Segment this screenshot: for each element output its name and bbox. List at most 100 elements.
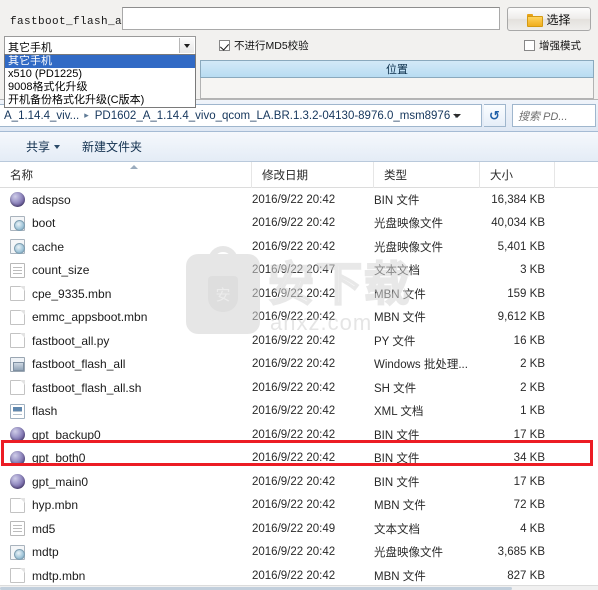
file-size-cell: 3,685 KB — [497, 546, 545, 559]
file-date-cell: 2016/9/22 20:42 — [252, 569, 336, 582]
table-row[interactable]: mdtp.mbn 2016/9/22 20:42 MBN 文件 827 KB — [0, 564, 598, 588]
file-date-cell: 2016/9/22 20:42 — [252, 428, 336, 441]
search-input[interactable]: 搜索 PD... — [512, 104, 596, 127]
table-row[interactable]: gpt_main0 2016/9/22 20:42 BIN 文件 17 KB — [0, 470, 598, 494]
dropdown-option-0[interactable]: 其它手机 — [5, 55, 195, 68]
xml-document-icon — [10, 403, 25, 419]
file-name-label: mdtp — [32, 545, 59, 560]
file-name-label: hyp.mbn — [32, 498, 79, 513]
new-folder-button[interactable]: 新建文件夹 — [74, 136, 150, 158]
column-header-size[interactable]: 大小 — [480, 162, 555, 188]
file-name-cell: fastboot_flash_all — [10, 356, 125, 372]
enhanced-mode-checkbox-row[interactable]: 增强模式 — [524, 38, 581, 53]
file-name-label: emmc_appsboot.mbn — [32, 310, 148, 325]
dropdown-option-2[interactable]: 9008格式化升级 — [5, 81, 195, 94]
file-size-cell: 827 KB — [507, 569, 545, 582]
phone-model-dropdown-list[interactable]: 其它手机 x510 (PD1225) 9008格式化升级 开机备份格式化升级(C… — [4, 54, 196, 108]
search-placeholder-text: 搜索 PD... — [518, 110, 568, 123]
file-list[interactable]: adspso 2016/9/22 20:42 BIN 文件 16,384 KB boot… — [0, 188, 598, 588]
generic-file-icon — [10, 568, 25, 584]
table-row[interactable]: fastboot_flash_all.sh 2016/9/22 20:42 SH 文… — [0, 376, 598, 400]
table-row[interactable]: count_size 2016/9/22 20:47 文本文档 3 KB — [0, 259, 598, 283]
file-name-cell: md5 — [10, 521, 55, 537]
file-name-cell: fastboot_flash_all.sh — [10, 380, 141, 396]
phone-model-combobox[interactable]: 其它手机 — [4, 36, 196, 55]
table-row[interactable]: hyp.mbn 2016/9/22 20:42 MBN 文件 72 KB — [0, 494, 598, 518]
skip-md5-checkbox-row[interactable]: 不进行MD5校验 — [219, 38, 309, 53]
table-row[interactable]: fastboot_all.py 2016/9/22 20:42 PY 文件 16 KB — [0, 329, 598, 353]
table-row[interactable]: md5 2016/9/22 20:49 文本文档 4 KB — [0, 517, 598, 541]
table-row[interactable]: cpe_9335.mbn 2016/9/22 20:42 MBN 文件 159 KB — [0, 282, 598, 306]
bin-file-icon — [10, 192, 25, 208]
file-name-label: boot — [32, 216, 56, 231]
file-path-input[interactable] — [122, 7, 500, 30]
enhanced-mode-checkbox[interactable] — [524, 40, 535, 51]
file-size-cell: 3 KB — [520, 264, 545, 277]
file-type-cell: MBN 文件 — [374, 500, 426, 513]
file-date-cell: 2016/9/22 20:42 — [252, 358, 336, 371]
file-name-cell: gpt_main0 — [10, 474, 88, 490]
table-row[interactable]: gpt_backup0 2016/9/22 20:42 BIN 文件 17 KB — [0, 423, 598, 447]
share-menu-button[interactable]: 共享 — [18, 136, 68, 158]
sort-ascending-icon — [130, 165, 138, 169]
file-date-cell: 2016/9/22 20:42 — [252, 334, 336, 347]
table-row[interactable]: mdtp 2016/9/22 20:42 光盘映像文件 3,685 KB — [0, 541, 598, 565]
generic-file-icon — [10, 333, 25, 349]
file-size-cell: 34 KB — [513, 452, 545, 465]
breadcrumb-current[interactable]: PD1602_A_1.14.4_vivo_qcom_LA.BR.1.3.2-04… — [93, 110, 452, 122]
file-name-cell: adspso — [10, 192, 71, 208]
file-date-cell: 2016/9/22 20:47 — [252, 264, 336, 277]
file-date-cell: 2016/9/22 20:42 — [252, 381, 336, 394]
column-header-name-label: 名称 — [10, 170, 33, 182]
generic-file-icon — [10, 380, 25, 396]
file-size-cell: 2 KB — [520, 358, 545, 371]
bin-file-icon — [10, 427, 25, 443]
table-row[interactable]: gpt_both0 2016/9/22 20:42 BIN 文件 34 KB — [0, 447, 598, 471]
file-type-cell: MBN 文件 — [374, 570, 426, 583]
dropdown-option-1[interactable]: x510 (PD1225) — [5, 68, 195, 81]
file-size-cell: 4 KB — [520, 522, 545, 535]
file-name-label: mdtp.mbn — [32, 568, 86, 583]
dropdown-option-3[interactable]: 开机备份格式化升级(C版本) — [5, 94, 195, 107]
file-type-cell: BIN 文件 — [374, 429, 420, 442]
horizontal-scrollbar[interactable] — [0, 585, 598, 590]
table-row[interactable]: boot 2016/9/22 20:42 光盘映像文件 40,034 KB — [0, 212, 598, 236]
file-name-label: adspso — [32, 192, 71, 207]
table-row[interactable]: emmc_appsboot.mbn 2016/9/22 20:42 MBN 文件 9,… — [0, 306, 598, 330]
table-row[interactable]: flash 2016/9/22 20:42 XML 文档 1 KB — [0, 400, 598, 424]
skip-md5-checkbox[interactable] — [219, 40, 230, 51]
file-size-cell: 72 KB — [513, 499, 545, 512]
breadcrumb-parent[interactable]: A_1.14.4_viv... — [2, 110, 81, 122]
file-date-cell: 2016/9/22 20:42 — [252, 217, 336, 230]
file-size-cell: 2 KB — [520, 381, 545, 394]
column-headers: 名称 修改日期 类型 大小 — [0, 162, 598, 188]
select-file-button-label: 选择 — [546, 12, 571, 27]
file-date-cell: 2016/9/22 20:42 — [252, 546, 336, 559]
column-header-name[interactable]: 名称 — [0, 162, 252, 188]
file-name-label: fastboot_all.py — [32, 333, 110, 348]
column-header-type[interactable]: 类型 — [374, 162, 480, 188]
chevron-down-icon[interactable] — [453, 114, 461, 118]
chevron-down-icon[interactable] — [179, 38, 194, 53]
file-name-cell: mdtp.mbn — [10, 568, 86, 584]
file-type-cell: SH 文件 — [374, 382, 417, 395]
file-name-cell: flash — [10, 403, 57, 419]
file-type-cell: BIN 文件 — [374, 194, 420, 207]
skip-md5-label: 不进行MD5校验 — [234, 40, 309, 52]
location-column-header-label: 位置 — [386, 64, 408, 76]
file-name-label: gpt_both0 — [32, 451, 86, 466]
file-date-cell: 2016/9/22 20:42 — [252, 405, 336, 418]
file-type-cell: 文本文档 — [374, 523, 420, 536]
table-row[interactable]: adspso 2016/9/22 20:42 BIN 文件 16,384 KB — [0, 188, 598, 212]
file-type-cell: BIN 文件 — [374, 476, 420, 489]
table-row[interactable]: fastboot_flash_all 2016/9/22 20:42 Windows… — [0, 353, 598, 377]
column-header-size-label: 大小 — [490, 170, 513, 182]
file-name-label: cpe_9335.mbn — [32, 286, 112, 301]
breadcrumb-separator-icon: ▸ — [84, 110, 89, 120]
column-header-date[interactable]: 修改日期 — [252, 162, 374, 188]
refresh-icon[interactable]: ↺ — [484, 104, 506, 127]
table-row[interactable]: cache 2016/9/22 20:42 光盘映像文件 5,401 KB — [0, 235, 598, 259]
enhanced-mode-label: 增强模式 — [539, 40, 581, 52]
file-name-label: count_size — [32, 263, 90, 278]
select-file-button[interactable]: 选择 — [507, 7, 591, 31]
